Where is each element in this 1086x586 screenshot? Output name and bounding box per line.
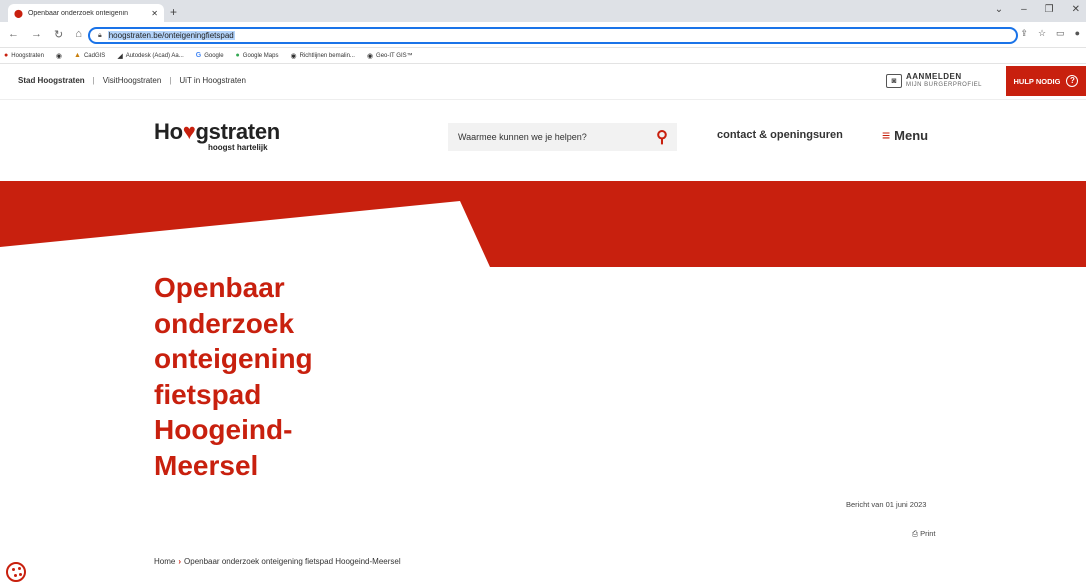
back-icon[interactable]: ← [8, 28, 19, 41]
breadcrumb-current: Openbaar onderzoek onteigening fietspad … [184, 557, 401, 566]
link-stad-hoogstraten[interactable]: Stad Hoogstraten [18, 76, 85, 85]
google-icon: G [195, 52, 202, 59]
separator: | [92, 76, 95, 85]
toolbar-icons: ⇪ ☆ ▭ ● [1020, 28, 1080, 39]
reload-icon[interactable]: ↻ [54, 28, 63, 41]
tab-title: Openbaar onderzoek onteigenin [27, 9, 128, 17]
help-button[interactable]: HULP NODIG ? [1006, 66, 1086, 96]
search-box: ⚲ [448, 123, 677, 151]
location-pin-icon: ⬤ [14, 8, 23, 18]
cookie-icon[interactable] [6, 562, 26, 582]
share-icon[interactable]: ⇪ [1020, 28, 1028, 39]
search-input[interactable] [458, 132, 647, 142]
separator: | [169, 76, 172, 85]
bookmark-richtlijnen[interactable]: ◉ Richtlijnen bemalin... [290, 52, 354, 60]
globe-icon: ◉ [55, 52, 63, 60]
restore-icon[interactable]: ❐ [1045, 4, 1054, 15]
nav-buttons: ← → ↻ ⌂ [8, 28, 82, 41]
home-icon[interactable]: ⌂ [75, 28, 82, 41]
login-button[interactable]: ◙ AANMELDEN MIJN BURGERPROFIEL [886, 73, 982, 89]
question-icon: ? [1066, 75, 1079, 87]
bookmarks-bar: ● Hoogstraten ◉ ▲ CadGIS ◢ Autodesk (Acad) … [0, 48, 1086, 64]
breadcrumb-home[interactable]: Home [154, 557, 175, 566]
chevron-down-icon[interactable]: ⌄ [995, 4, 1003, 15]
printer-icon: ⎙ [912, 529, 918, 538]
lock-icon: 🔒︎ [98, 31, 102, 39]
bookmark-google-maps[interactable]: ● Google Maps [236, 52, 279, 59]
autodesk-icon: ◢ [117, 52, 123, 60]
globe-icon: ◉ [366, 52, 374, 60]
new-tab-button[interactable]: + [170, 5, 177, 19]
minimize-icon[interactable]: – [1021, 4, 1027, 15]
profile-icon[interactable]: ● [1075, 28, 1080, 39]
url-field[interactable]: 🔒︎ hoogstraten.be/onteigeningfietspad [88, 27, 1018, 44]
close-window-icon[interactable]: ✕ [1072, 4, 1080, 15]
link-uit-in-hoogstraten[interactable]: UiT in Hoogstraten [179, 76, 246, 85]
bookmark-globe[interactable]: ◉ [56, 52, 62, 60]
location-pin-icon: ● [4, 52, 9, 59]
hamburger-icon: ≡ [882, 127, 891, 143]
link-visithoogstraten[interactable]: VisitHoogstraten [103, 76, 162, 85]
profile-card-icon: ◙ [886, 74, 902, 88]
globe-icon: ◉ [290, 52, 297, 60]
logo-pin-icon: ♥ [182, 119, 196, 144]
print-button[interactable]: ⎙ Print [912, 529, 936, 539]
help-label: HULP NODIG [1013, 76, 1061, 86]
page-title: Openbaar onderzoek onteigening fietspad … [154, 272, 313, 481]
menu-label: Menu [894, 127, 929, 143]
logo-wordmark: Ho♥gstraten [154, 119, 280, 144]
breadcrumb: Home › Openbaar onderzoek onteigening fiet… [154, 557, 401, 566]
login-sublabel: MIJN BURGERPROFIEL [906, 82, 983, 88]
browser-tabbar: ⬤ Openbaar onderzoek onteigenin ✕ + ⌄ – … [0, 0, 1086, 22]
sidepanel-icon[interactable]: ▭ [1056, 28, 1065, 39]
star-icon[interactable]: ☆ [1038, 28, 1046, 39]
forward-icon[interactable]: → [31, 28, 42, 41]
cadgis-icon: ▲ [74, 52, 81, 59]
hero-banner [0, 181, 1086, 267]
logo-tagline: hoogst hartelijk [208, 143, 268, 152]
bookmark-cadgis[interactable]: ▲ CadGIS [74, 52, 105, 59]
search-icon[interactable]: ⚲ [647, 127, 677, 147]
window-controls: ⌄ – ❐ ✕ [995, 4, 1080, 15]
bookmark-google[interactable]: G Google [196, 52, 224, 59]
site-logo[interactable]: Ho♥gstraten hoogst hartelijk [154, 119, 280, 152]
menu-button[interactable]: ≡ Menu [882, 127, 928, 143]
browser-tab[interactable]: ⬤ Openbaar onderzoek onteigenin ✕ [8, 4, 164, 22]
site-topbar: Stad Hoogstraten | VisitHoogstraten | UiT in… [0, 64, 1086, 100]
close-tab-icon[interactable]: ✕ [151, 9, 158, 18]
login-label: AANMELDEN [906, 72, 962, 81]
publication-date: Bericht van 01 juni 2023 [846, 500, 927, 509]
print-label: Print [920, 529, 936, 538]
site-links: Stad Hoogstraten | VisitHoogstraten | UiT in… [18, 76, 246, 85]
bookmark-hoogstraten[interactable]: ● Hoogstraten [4, 52, 44, 59]
contact-link[interactable]: contact & openingsuren [717, 129, 843, 141]
chevron-right-icon: › [178, 557, 182, 566]
maps-pin-icon: ● [235, 52, 240, 59]
url-text: hoogstraten.be/onteigeningfietspad [107, 31, 235, 40]
bookmark-geo-it[interactable]: ◉ Geo-IT GIS™ [367, 52, 413, 60]
address-bar-row: ← → ↻ ⌂ 🔒︎ hoogstraten.be/onteigeningfie… [0, 22, 1086, 48]
bookmark-autodesk[interactable]: ◢ Autodesk (Acad) Aa... [117, 52, 183, 60]
